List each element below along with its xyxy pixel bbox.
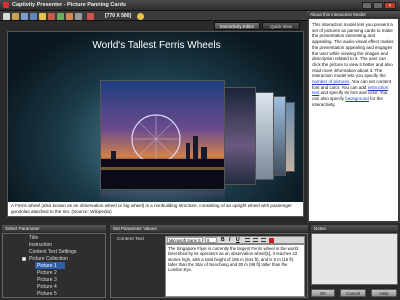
import-icon[interactable]	[57, 13, 64, 20]
text-color-icon[interactable]	[269, 238, 274, 243]
cancel-button[interactable]: Cancel	[340, 289, 366, 297]
select-parameter-header: Select Parameter	[2, 225, 106, 232]
preview-icon[interactable]	[39, 13, 46, 20]
tree-item-title[interactable]: Title	[29, 235, 38, 241]
caption-text: A Ferris wheel (also known as an observa…	[11, 203, 292, 214]
close-button[interactable]: ×	[384, 2, 396, 9]
align-left-icon[interactable]	[245, 238, 250, 242]
picture-card-1[interactable]	[100, 80, 225, 190]
content-text-value: The Singapore Flyer is currently the lar…	[168, 246, 300, 273]
tree-item-instruction[interactable]: Instruction	[29, 242, 52, 248]
tree-item-picture-2[interactable]: Picture 2	[37, 270, 57, 276]
parameter-values-pane: Content Text Microsoft Sans S 9 B I U Th…	[110, 233, 308, 298]
font-name-select[interactable]: Microsoft Sans S	[167, 237, 203, 243]
title-bar: Captivity Presenter - Picture Panning Ca…	[0, 0, 400, 11]
export-icon[interactable]	[66, 13, 73, 20]
about-text-1: This interaction model lets you present …	[312, 22, 394, 79]
align-right-icon[interactable]	[261, 238, 266, 242]
format-toolbar: Microsoft Sans S 9 B I U	[165, 236, 305, 244]
about-panel: About this interaction Model This intera…	[307, 11, 400, 223]
canvas-caption: A Ferris wheel (also known as an observa…	[8, 202, 303, 216]
notes-header: Notes	[311, 225, 398, 232]
content-text-label: Content Text	[117, 237, 144, 242]
app-icon	[3, 2, 9, 8]
parameter-tree: Title Instruction Content Text Settings …	[2, 233, 106, 298]
help-button[interactable]: Help	[371, 289, 397, 297]
save-icon[interactable]	[21, 13, 28, 20]
background-link[interactable]: background	[345, 96, 369, 101]
new-icon[interactable]	[3, 13, 10, 20]
content-text-area[interactable]: The Singapore Flyer is currently the lar…	[165, 244, 305, 297]
ok-button[interactable]: OK	[311, 289, 335, 297]
align-center-icon[interactable]	[253, 238, 258, 242]
delete-icon[interactable]	[87, 13, 94, 20]
help-icon[interactable]	[137, 13, 144, 20]
publish-icon[interactable]	[48, 13, 55, 20]
number-of-pictures-link[interactable]: number of pictures	[312, 79, 349, 84]
collapse-icon[interactable]	[22, 257, 26, 261]
about-header: About this interaction Model	[307, 11, 400, 18]
about-body: This interaction model lets you present …	[309, 19, 398, 221]
notes-area[interactable]	[311, 233, 398, 285]
size-label: [770 X 500]	[105, 13, 132, 19]
tree-item-picture-1[interactable]: Picture 1	[37, 263, 57, 269]
italic-button[interactable]: I	[229, 237, 230, 243]
tab-quick-view[interactable]: Quick View	[262, 22, 300, 30]
save-all-icon[interactable]	[30, 13, 37, 20]
canvas-title: World's Tallest Ferris Wheels	[92, 40, 221, 51]
set-parameter-header: Set Parameter Values	[110, 225, 308, 232]
settings-icon[interactable]	[75, 13, 82, 20]
card-reflection	[100, 191, 225, 201]
tree-item-picture-5[interactable]: Picture 5	[37, 291, 57, 297]
open-icon[interactable]	[12, 13, 19, 20]
minimize-button[interactable]	[362, 2, 372, 9]
canvas: World's Tallest Ferris Wheels A Ferris w…	[7, 31, 304, 217]
window-title: Captivity Presenter - Picture Panning Ca…	[12, 2, 127, 8]
tree-item-picture-3[interactable]: Picture 3	[37, 277, 57, 283]
tree-item-picture-4[interactable]: Picture 4	[37, 284, 57, 290]
underline-button[interactable]: U	[236, 237, 240, 243]
font-size-select[interactable]: 9	[205, 237, 217, 243]
tree-item-content-text-settings[interactable]: Content Text Settings	[29, 249, 76, 255]
bold-button[interactable]: B	[221, 237, 225, 243]
ferris-wheel-image	[101, 114, 224, 189]
maximize-button[interactable]	[373, 2, 383, 9]
editor-frame: Interactivity Editor Quick View World's …	[0, 21, 306, 223]
bottom-area: Select Parameter Title Instruction Conte…	[0, 223, 400, 300]
tab-interactivity-editor[interactable]: Interactivity Editor	[214, 22, 260, 30]
